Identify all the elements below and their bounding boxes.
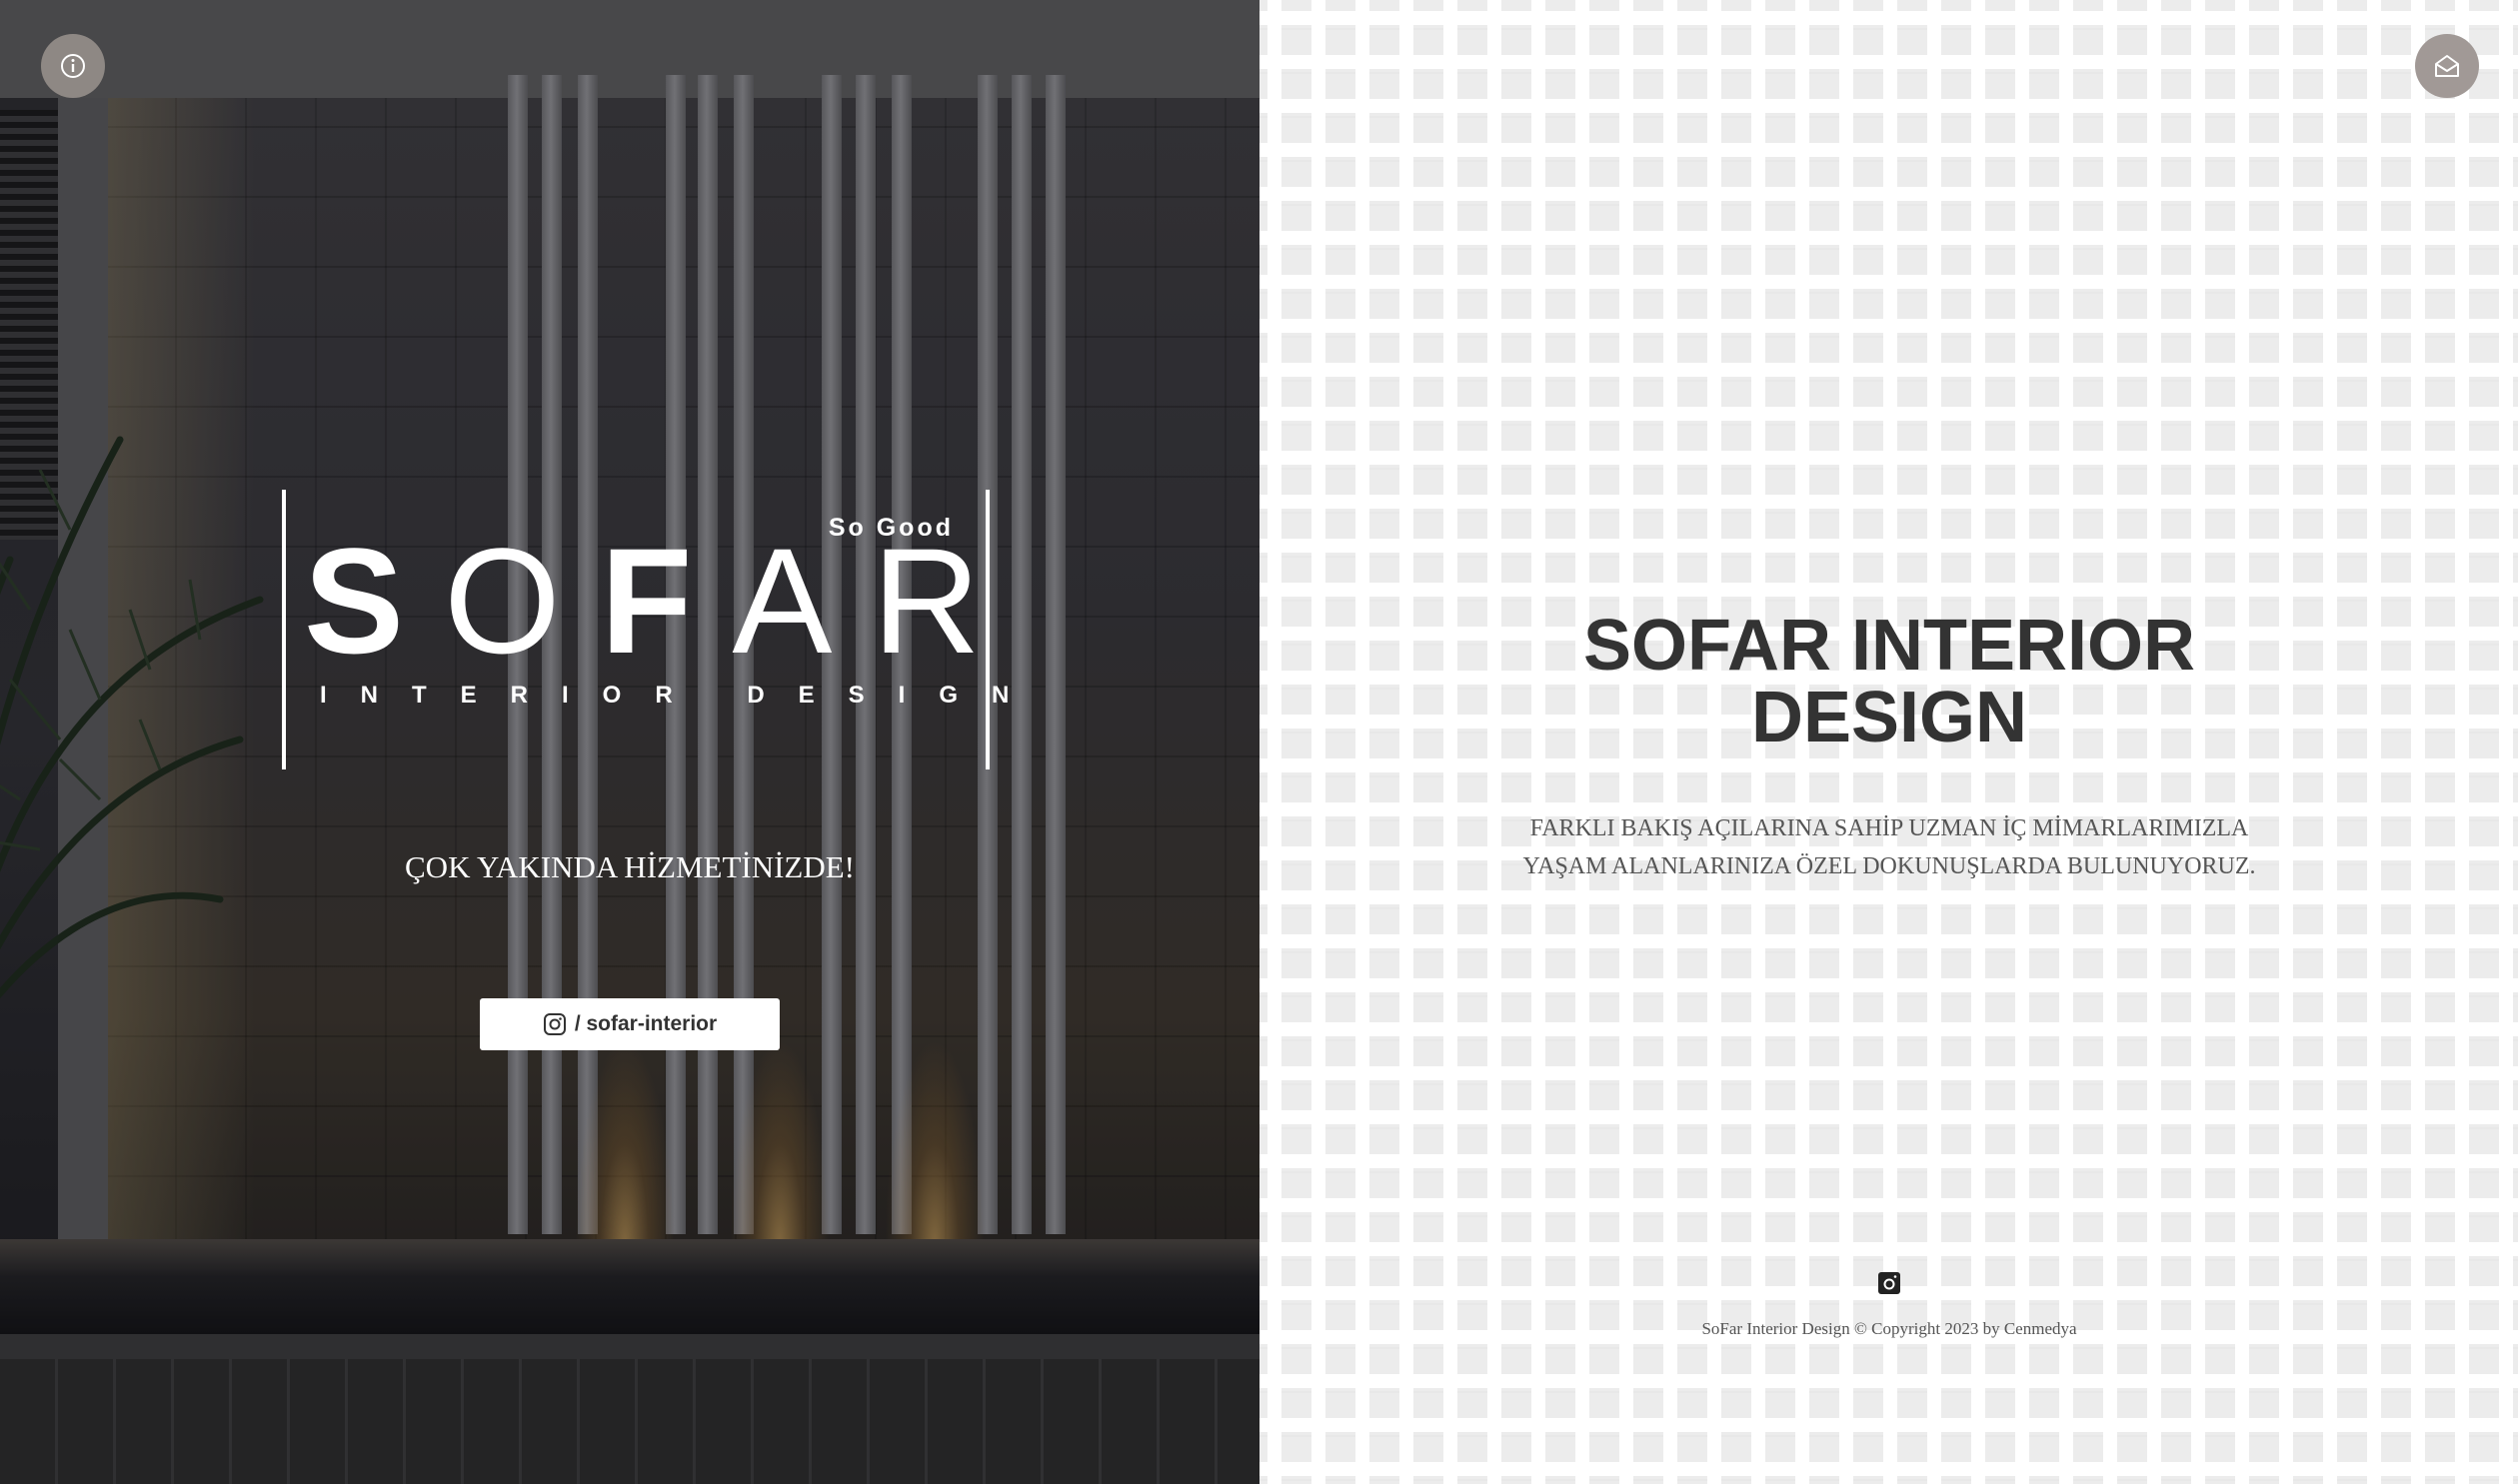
info-icon [61,54,85,78]
logo-letter: S [304,517,445,685]
page-title-line: DESIGN [1750,678,2028,757]
logo-brand: SOFAR [304,526,1021,676]
description-line: YAŞAM ALANLARINIZA ÖZEL DOKUNUŞLARDA BUL… [1522,853,2256,879]
logo-subtitle: INTERIOR DESIGN [320,682,1044,709]
instagram-icon[interactable] [1877,1271,1901,1295]
home-icon [2435,55,2459,77]
page-title: SOFAR INTERIOR DESIGN [1459,610,2319,753]
logo-left-bar [282,490,286,769]
description-line: FARKLI BAKIŞ AÇILARINA SAHİP UZMAN İÇ Mİ… [1529,815,2249,841]
instagram-handle: / sofar-interior [574,1012,718,1035]
instagram-link-button[interactable]: / sofar-interior [480,998,780,1050]
instagram-icon [543,1013,566,1035]
logo-letter: O [444,517,601,685]
info-button[interactable] [41,34,105,98]
page-title-line: SOFAR INTERIOR [1582,606,2196,686]
sofar-logo: So Good SOFAR INTERIOR DESIGN [282,490,1009,769]
logo-letter: AR [732,517,1021,685]
logo-letter: F [600,517,733,685]
description: FARKLI BAKIŞ AÇILARINA SAHİP UZMAN İÇ Mİ… [1459,809,2319,885]
copyright-text: SoFar Interior Design © Copyright 2023 b… [1701,1319,2077,1338]
contact-button[interactable] [2415,34,2479,98]
hero-panel: So Good SOFAR INTERIOR DESIGN ÇOK YAKIND… [0,0,1259,1484]
coming-soon-text: ÇOK YAKINDA HİZMETİNİZDE! [405,849,855,884]
